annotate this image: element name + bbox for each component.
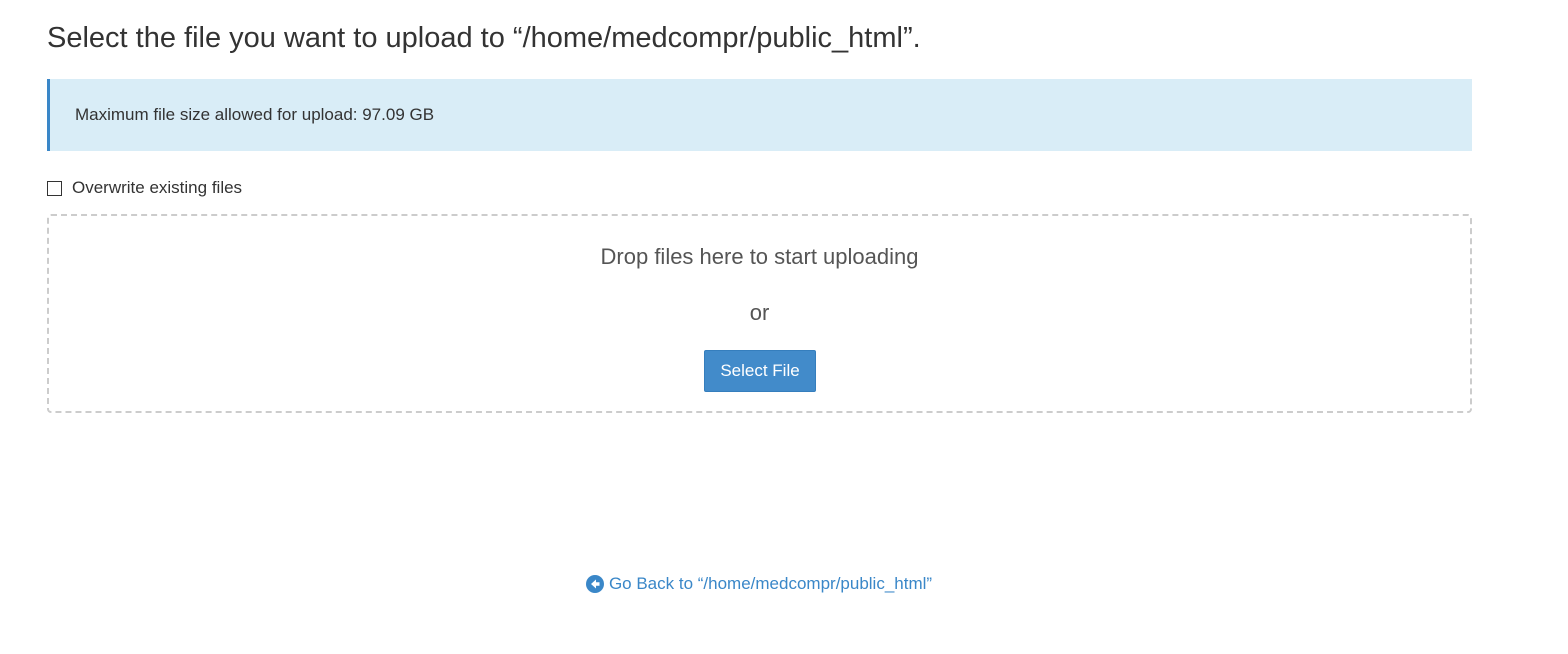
overwrite-option[interactable]: Overwrite existing files: [47, 176, 242, 200]
drop-instructions: Drop files here to start uploading: [600, 244, 919, 269]
go-back-link[interactable]: Go Back to “/home/medcompr/public_html”: [585, 574, 932, 594]
max-file-size-text: Maximum file size allowed for upload: 97…: [75, 105, 435, 124]
file-dropzone[interactable]: Drop files here to start uploading or Se…: [47, 214, 1472, 413]
overwrite-checkbox[interactable]: [47, 180, 62, 196]
page-title: Select the file you want to upload to “/…: [47, 22, 921, 54]
overwrite-label[interactable]: Overwrite existing files: [72, 178, 242, 198]
go-back-label[interactable]: Go Back to “/home/medcompr/public_html”: [609, 574, 932, 594]
max-file-size-alert: Maximum file size allowed for upload: 97…: [47, 79, 1472, 151]
select-file-button[interactable]: Select File: [704, 350, 816, 392]
or-separator: or: [749, 300, 770, 325]
go-back-row: Go Back to “/home/medcompr/public_html”: [0, 574, 1518, 598]
arrow-circle-left-icon: [585, 575, 604, 593]
